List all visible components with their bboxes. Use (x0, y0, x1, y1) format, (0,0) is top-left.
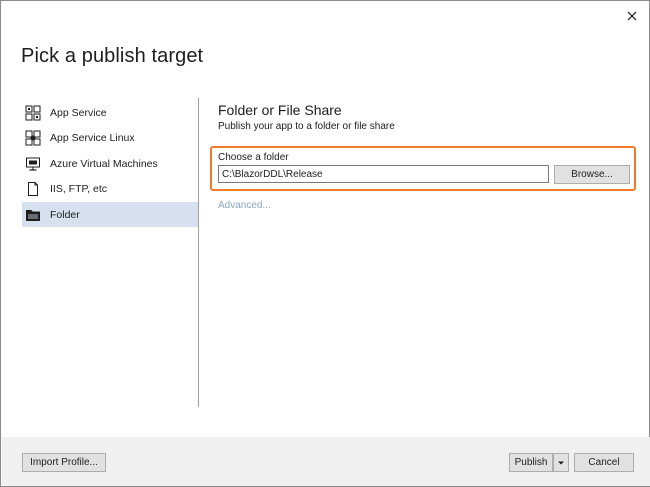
publish-target-list: App Service App Service Linux Azure Virt… (22, 100, 199, 228)
sidebar-item-iis-ftp[interactable]: IIS, FTP, etc (22, 177, 199, 202)
chevron-down-icon (558, 461, 564, 464)
sidebar-item-folder[interactable]: Folder (22, 202, 199, 227)
publish-button[interactable]: Publish (509, 453, 553, 472)
close-button[interactable] (623, 7, 641, 25)
sidebar-item-label: Azure Virtual Machines (50, 157, 158, 170)
sidebar-item-label: App Service (50, 106, 107, 119)
app-service-icon (25, 105, 41, 121)
target-description: Publish your app to a folder or file sha… (218, 121, 395, 132)
target-heading: Folder or File Share (218, 102, 342, 118)
sidebar-item-app-service[interactable]: App Service (22, 100, 199, 125)
target-details: Folder or File Share Publish your app to… (218, 101, 638, 133)
dialog-title: Pick a publish target (21, 45, 204, 67)
cancel-button[interactable]: Cancel (574, 453, 634, 472)
vertical-divider (198, 98, 199, 407)
sidebar-item-label: IIS, FTP, etc (50, 183, 107, 195)
advanced-link[interactable]: Advanced... (218, 200, 271, 211)
browse-button[interactable]: Browse... (554, 165, 630, 184)
sidebar-item-azure-virtual-machines[interactable]: Azure Virtual Machines (22, 151, 199, 176)
publish-dropdown-button[interactable] (553, 453, 569, 472)
folder-icon (25, 207, 41, 223)
import-profile-button[interactable]: Import Profile... (22, 453, 106, 472)
close-icon (627, 11, 637, 21)
sidebar-item-label: Folder (50, 208, 80, 221)
sidebar-item-app-service-linux[interactable]: App Service Linux (22, 126, 199, 151)
virtual-machine-icon (25, 156, 41, 172)
folder-path-input[interactable] (218, 165, 549, 183)
choose-folder-label: Choose a folder (218, 152, 289, 163)
document-icon (25, 181, 41, 197)
app-service-linux-icon (25, 130, 41, 146)
sidebar-item-label: App Service Linux (50, 132, 135, 144)
publish-dialog: Pick a publish target App Service App Se… (0, 0, 650, 487)
